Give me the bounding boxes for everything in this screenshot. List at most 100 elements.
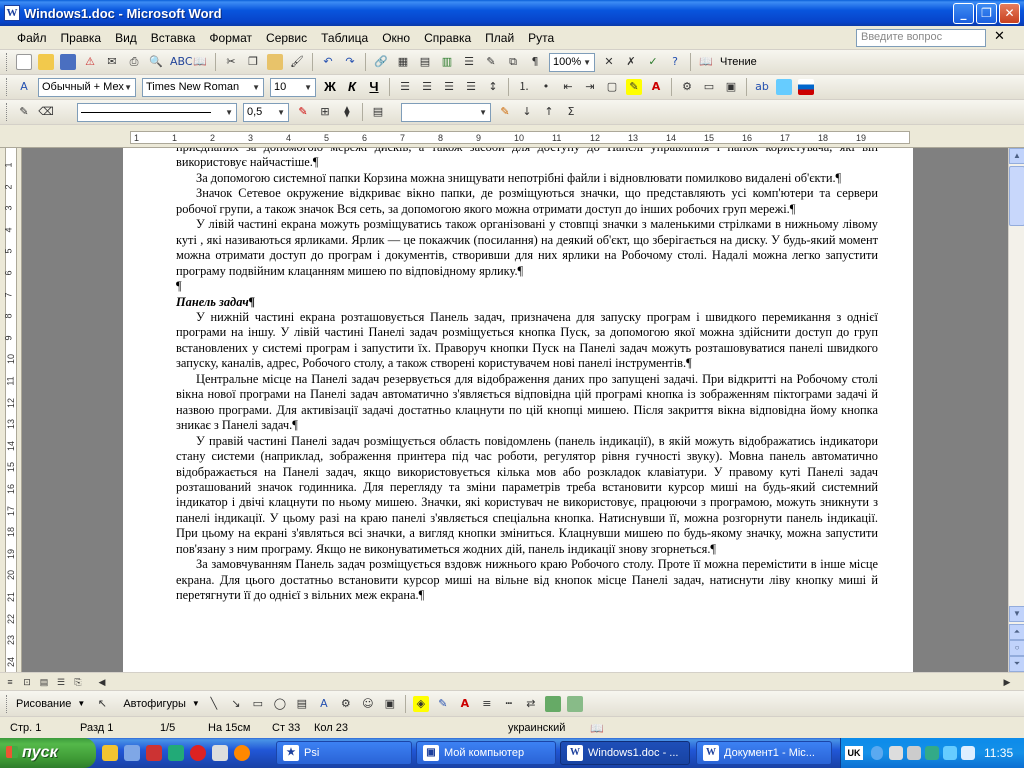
web-component-icon[interactable]: ⚙	[679, 79, 695, 95]
menu-table[interactable]: Таблица	[314, 31, 375, 45]
reading-layout-icon[interactable]: 📖	[698, 54, 714, 70]
columns-icon[interactable]: ☰	[461, 54, 477, 70]
3d-icon[interactable]	[566, 695, 583, 712]
clipart-icon[interactable]: ☺	[360, 696, 376, 712]
menu-format[interactable]: Формат	[202, 31, 259, 45]
diagram-icon[interactable]: ⚙	[338, 696, 354, 712]
document-paragraph[interactable]: Центральне місце на Панелі задач резерву…	[176, 372, 878, 434]
table-action-select[interactable]: ▼	[401, 102, 491, 122]
line-color-icon[interactable]: ✎	[435, 696, 451, 712]
style-select[interactable]: Обычный + Мех ▼	[38, 77, 136, 97]
menu-tools[interactable]: Сервис	[259, 31, 314, 45]
language-indicator[interactable]: UK	[845, 746, 863, 760]
drawing-icon[interactable]: ✎	[483, 54, 499, 70]
paste-icon[interactable]	[267, 54, 283, 70]
borders-icon[interactable]: ⊞	[317, 104, 333, 120]
next-page-button[interactable]: ⏷	[1009, 656, 1024, 672]
menu-window[interactable]: Окно	[375, 31, 417, 45]
taskbar-button-word-document1[interactable]: W Документ1 - Mic...	[696, 741, 832, 765]
permission-icon[interactable]: ⚠	[82, 54, 98, 70]
undo-icon[interactable]: ↶	[320, 54, 336, 70]
insert-table-icon[interactable]: ▤	[370, 104, 386, 120]
scroll-thumb[interactable]	[1009, 166, 1024, 226]
align-right-icon[interactable]: ☰	[441, 79, 457, 95]
document-paragraph[interactable]: За замовчуванням Панель задач розміщуєть…	[176, 557, 878, 603]
quicklaunch-save-icon[interactable]	[146, 745, 162, 761]
draw-menu-button[interactable]: Рисование	[16, 698, 71, 710]
font-color-icon[interactable]: A	[648, 79, 664, 95]
document-paragraph[interactable]: У лівій частині екрана можуть розміщуват…	[176, 217, 878, 279]
frame-icon[interactable]: ▭	[701, 79, 717, 95]
horizontal-ruler[interactable]: 1 1 2 3 4 5 6 7 8 9 10 11 12 13 14 15 16 17 18 19	[0, 126, 1024, 148]
vertical-ruler[interactable]: 1 2 3 4 5 6 7 8 9 10 11 12 13 14 15 16 17 18 19 20 21 22 23 24	[0, 148, 22, 672]
select-objects-icon[interactable]: ↖	[94, 696, 110, 712]
menu-view[interactable]: Вид	[108, 31, 144, 45]
menu-ruta[interactable]: Рута	[521, 31, 561, 45]
wordart-icon[interactable]: A	[316, 696, 332, 712]
oval-icon[interactable]: ◯	[272, 696, 288, 712]
picture-icon[interactable]: ▣	[382, 696, 398, 712]
taskbar-button-word-windows1[interactable]: W Windows1.doc - ...	[560, 741, 690, 765]
colors-icon[interactable]	[776, 79, 792, 95]
quicklaunch-firefox-icon[interactable]	[234, 745, 250, 761]
quicklaunch-psi-icon[interactable]	[212, 745, 228, 761]
normal-view-icon[interactable]: ≡	[3, 675, 17, 689]
spelling-status-icon[interactable]: 📖	[590, 722, 604, 735]
toolbar-grip[interactable]	[6, 78, 9, 96]
start-button[interactable]: пуск	[0, 738, 96, 768]
hscroll-track[interactable]	[109, 675, 997, 689]
print-icon[interactable]: ⎙	[126, 54, 142, 70]
document-paragraph[interactable]: У нижній частині екрана розташовується П…	[176, 310, 878, 372]
ask-question-input[interactable]: Введите вопрос	[856, 29, 986, 47]
line-style-select[interactable]: ▼	[77, 102, 237, 122]
eraser-icon[interactable]: ⌫	[38, 104, 54, 120]
justify-icon[interactable]: ☰	[463, 79, 479, 95]
menu-edit[interactable]: Правка	[54, 31, 109, 45]
print-preview-icon[interactable]: 🔍	[148, 54, 164, 70]
tables-borders-icon[interactable]: ▦	[395, 54, 411, 70]
tray-expand-icon[interactable]	[871, 746, 883, 760]
autoshapes-button[interactable]: Автофигуры	[123, 698, 186, 710]
previous-page-button[interactable]: ⏶	[1009, 624, 1024, 640]
line-spacing-icon[interactable]: ↕	[485, 79, 501, 95]
numbering-icon[interactable]: ⒈	[516, 79, 532, 95]
quicklaunch-lightning-icon[interactable]	[102, 745, 118, 761]
autosum-icon[interactable]: Σ	[563, 104, 579, 120]
outside-border-icon[interactable]: ▢	[604, 79, 620, 95]
web-view-icon[interactable]: ⊡	[20, 675, 34, 689]
toolbar-grip[interactable]	[6, 103, 9, 121]
quicklaunch-globe-icon[interactable]	[168, 745, 184, 761]
font-color-icon[interactable]: A	[457, 696, 473, 712]
arrow-style-icon[interactable]: ⇄	[523, 696, 539, 712]
toolbar-grip[interactable]	[6, 53, 9, 71]
toolbar-grip[interactable]	[6, 694, 9, 713]
tray-ie-icon[interactable]	[925, 746, 939, 760]
open-folder-icon[interactable]	[38, 54, 54, 70]
font-select[interactable]: Times New Roman ▼	[142, 77, 264, 97]
tray-star2-icon[interactable]	[907, 746, 921, 760]
bold-button[interactable]: Ж	[321, 78, 339, 96]
rectangle-icon[interactable]: ▭	[250, 696, 266, 712]
border-color-icon[interactable]: ✎	[295, 104, 311, 120]
help-icon[interactable]: ?	[667, 54, 683, 70]
taskbar-button-my-computer[interactable]: ▣ Мой компьютер	[416, 741, 556, 765]
highlight-icon[interactable]: ✎	[626, 79, 642, 95]
document-paragraph[interactable]: У правій частині Панелі задач розміщуєть…	[176, 434, 878, 558]
cross-icon[interactable]: ✗	[623, 54, 639, 70]
maximize-button[interactable]: ❐	[976, 2, 997, 24]
tray-volume-icon[interactable]	[961, 746, 975, 760]
hyperlink-icon[interactable]: 🔗	[373, 54, 389, 70]
scroll-left-icon[interactable]: ◀	[95, 675, 109, 689]
shadow-icon[interactable]	[544, 695, 561, 712]
document-paragraph[interactable]: приєднаних за допомогою мережі дисків, а…	[176, 148, 878, 171]
document-page[interactable]: приєднаних за допомогою мережі дисків, а…	[123, 148, 913, 672]
word-app-icon[interactable]: W	[4, 5, 20, 21]
menu-plai[interactable]: Плай	[478, 31, 521, 45]
underline-button[interactable]: Ч	[365, 78, 383, 96]
reading-view-icon[interactable]: ⎘	[71, 675, 85, 689]
close-button[interactable]: ✕	[999, 2, 1020, 24]
align-center-icon[interactable]: ☰	[419, 79, 435, 95]
text-box-icon[interactable]: ▤	[294, 696, 310, 712]
scroll-right-icon[interactable]: ▶	[1000, 675, 1014, 689]
format-painter-icon[interactable]: 🖌	[289, 54, 305, 70]
